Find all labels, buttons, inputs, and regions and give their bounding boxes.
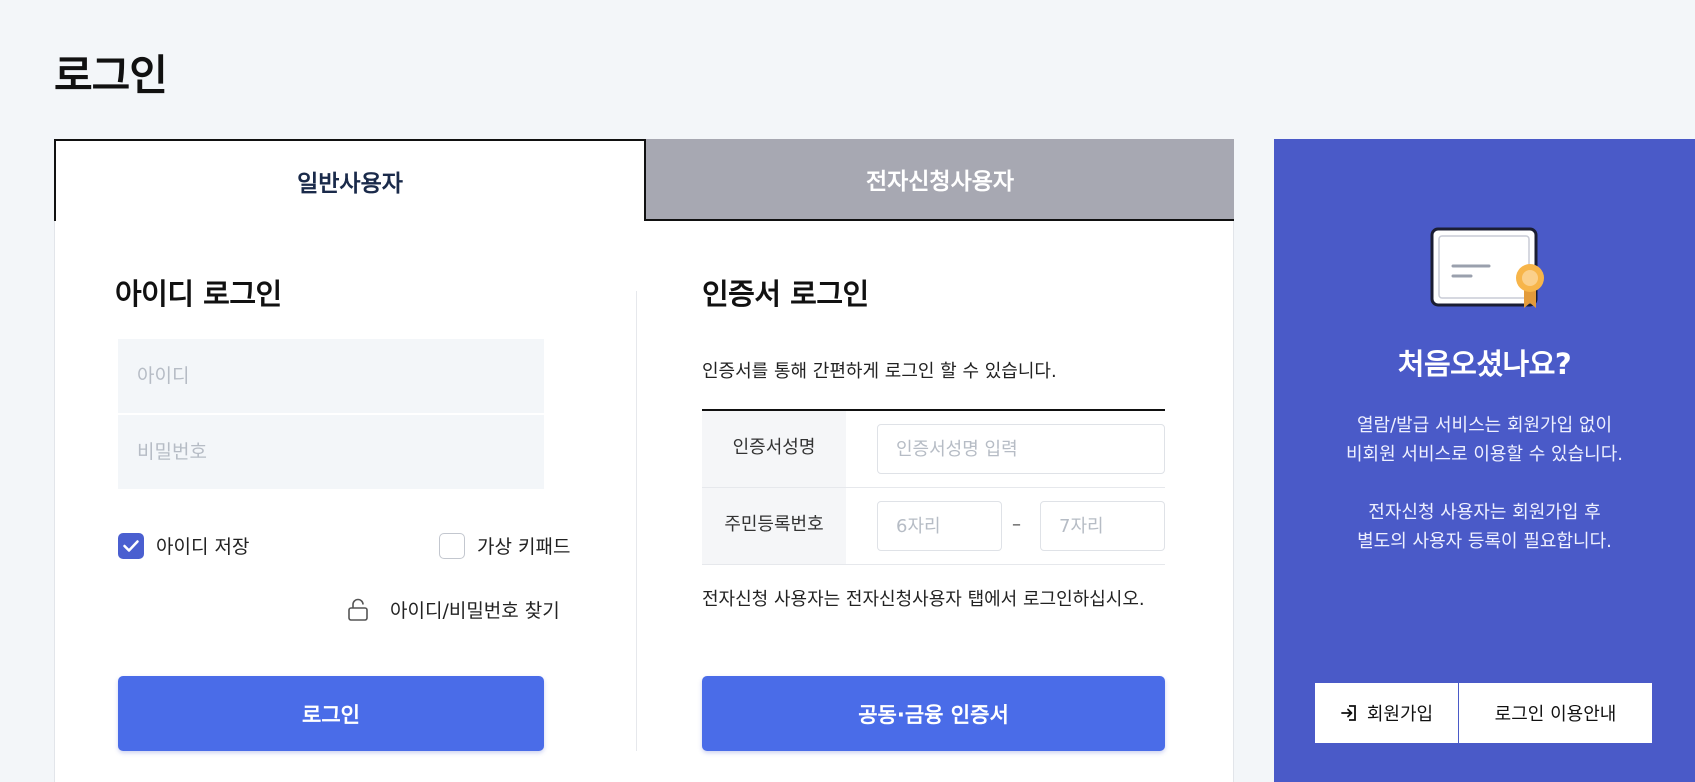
find-id-password-label: 아이디/비밀번호 찾기 bbox=[390, 600, 560, 622]
rrn-dash: – bbox=[1012, 514, 1021, 535]
rrn-row: 주민등록번호 – bbox=[702, 488, 1165, 565]
member-info-text-line-1: 열람/발급 서비스는 회원가입 없이 bbox=[1356, 415, 1613, 436]
signup-button[interactable]: 회원가입 bbox=[1315, 683, 1459, 743]
tab-electronic-applicant[interactable]: 전자신청사용자 bbox=[646, 139, 1234, 221]
cert-name-cell bbox=[846, 411, 1165, 487]
rrn-label: 주민등록번호 bbox=[702, 488, 846, 564]
id-input[interactable] bbox=[118, 339, 544, 413]
virtual-keypad-label: 가상 키패드 bbox=[477, 536, 571, 558]
applicant-info-text-line-1: 전자신청 사용자는 회원가입 후 bbox=[1368, 502, 1601, 523]
cert-name-input[interactable] bbox=[877, 424, 1165, 474]
rrn-cell: – bbox=[846, 488, 1165, 564]
login-button[interactable]: 로그인 bbox=[118, 676, 544, 751]
tab-general-user[interactable]: 일반사용자 bbox=[54, 139, 646, 221]
cert-login-description: 인증서를 통해 간편하게 로그인 할 수 있습니다. bbox=[702, 361, 1057, 382]
cert-login-note: 전자신청 사용자는 전자신청사용자 탭에서 로그인하십시오. bbox=[702, 589, 1145, 610]
save-id-checkbox[interactable]: 아이디 저장 bbox=[118, 532, 249, 559]
lock-icon bbox=[348, 598, 368, 621]
applicant-info-text-line-2: 별도의 사용자 등록이 필요합니다. bbox=[1357, 531, 1612, 552]
find-id-password-link[interactable]: 아이디/비밀번호 찾기 bbox=[347, 596, 560, 623]
id-login-title: 아이디 로그인 bbox=[115, 277, 282, 311]
check-icon bbox=[123, 539, 139, 552]
password-input[interactable] bbox=[118, 415, 544, 489]
page-title: 로그인 bbox=[54, 51, 168, 100]
save-id-label: 아이디 저장 bbox=[156, 536, 250, 558]
cert-form-table: 인증서성명 주민등록번호 – bbox=[702, 409, 1165, 565]
login-panel: 아이디 로그인 아이디 저장 가상 키패드 아이디/비밀번호 찾기 로그인 인증… bbox=[54, 221, 1234, 782]
virtual-keypad-checkbox[interactable]: 가상 키패드 bbox=[439, 532, 570, 559]
first-visit-panel: 처음오셨나요? 열람/발급 서비스는 회원가입 없이 비회원 서비스로 이용할 … bbox=[1274, 139, 1695, 782]
promo-button-group: 회원가입 로그인 이용안내 bbox=[1315, 683, 1652, 743]
section-divider bbox=[636, 291, 637, 751]
checkbox-checked[interactable] bbox=[118, 532, 144, 559]
cert-name-row: 인증서성명 bbox=[702, 411, 1165, 488]
login-type-tabs: 일반사용자 전자신청사용자 bbox=[54, 139, 1234, 221]
member-info-text-line-2: 비회원 서비스로 이용할 수 있습니다. bbox=[1345, 444, 1623, 465]
signup-label: 회원가입 bbox=[1366, 704, 1434, 725]
checkbox-unchecked[interactable] bbox=[439, 532, 465, 559]
login-guide-button[interactable]: 로그인 이용안내 bbox=[1459, 683, 1652, 743]
certificate-login-button[interactable]: 공동·금융 인증서 bbox=[702, 676, 1165, 751]
rrn-second-input[interactable] bbox=[1040, 501, 1165, 551]
cert-login-title: 인증서 로그인 bbox=[702, 277, 869, 311]
rrn-first-input[interactable] bbox=[877, 501, 1002, 551]
first-visit-title: 처음오셨나요? bbox=[1397, 347, 1572, 381]
cert-name-label: 인증서성명 bbox=[702, 411, 846, 487]
certificate-icon bbox=[1430, 227, 1544, 308]
login-arrow-icon bbox=[1340, 705, 1356, 721]
